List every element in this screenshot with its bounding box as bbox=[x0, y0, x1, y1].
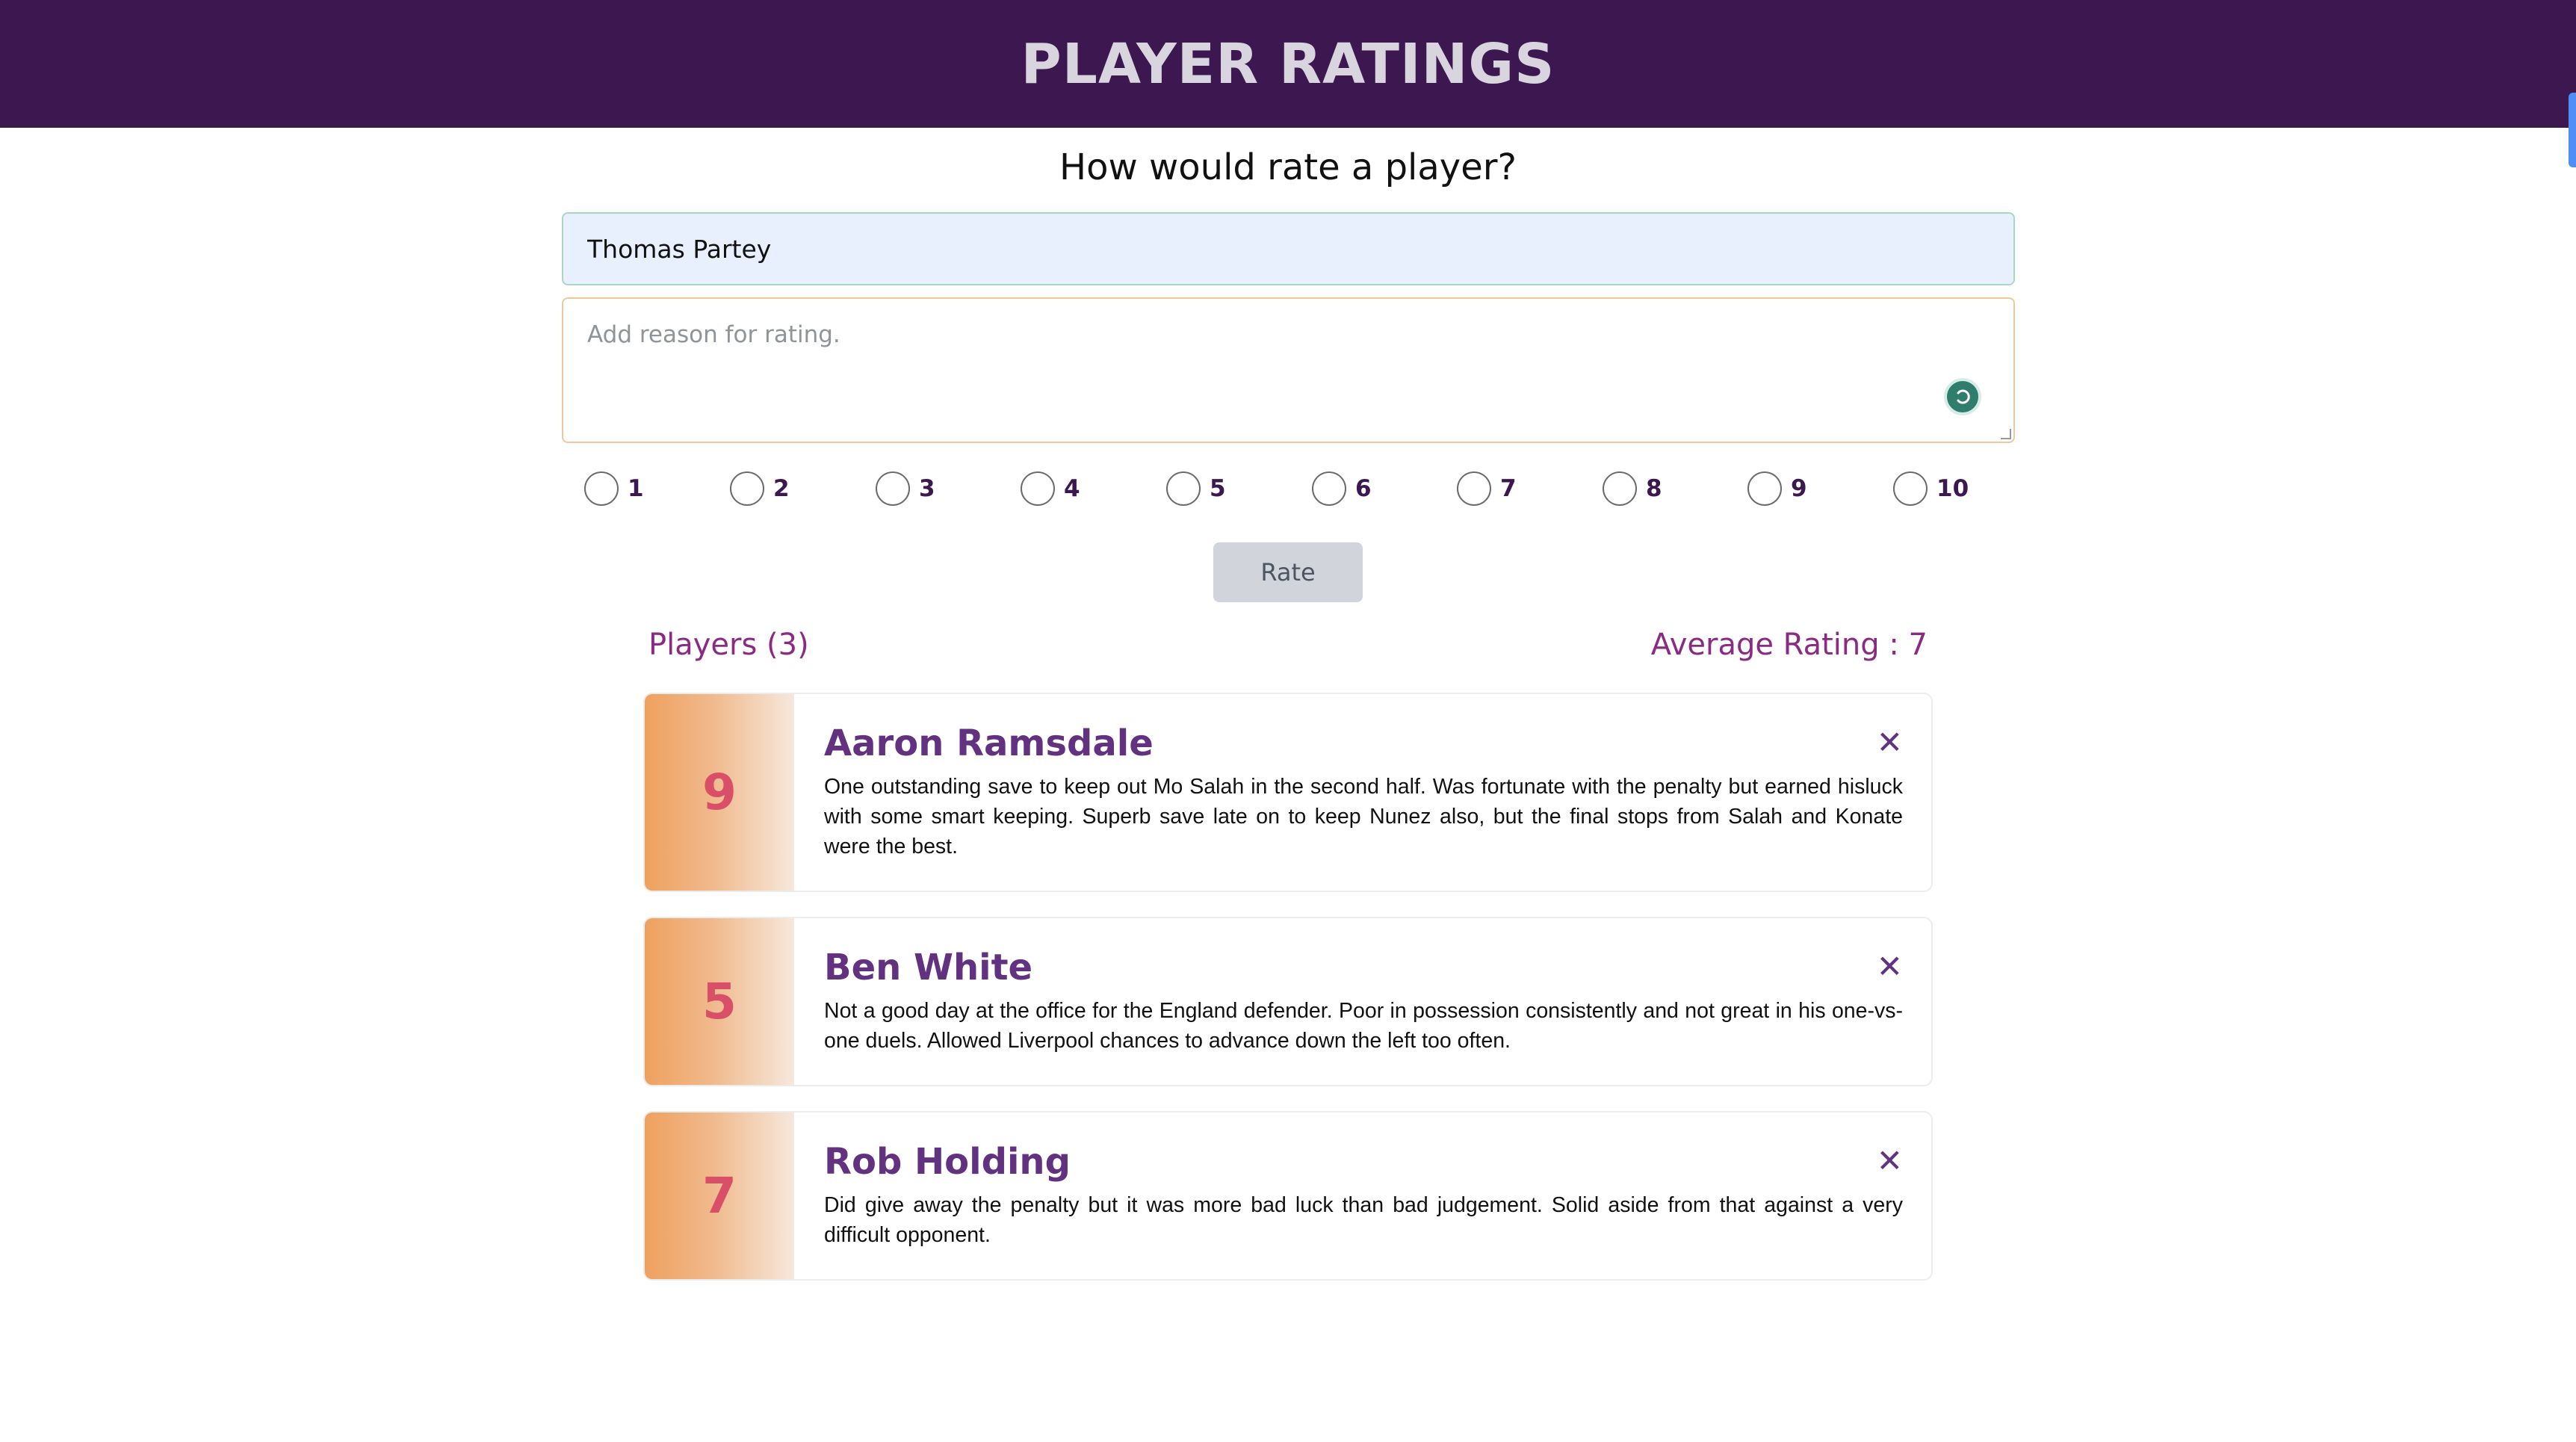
rating-option-7[interactable]: 7 bbox=[1457, 471, 1517, 507]
player-reason: One outstanding save to keep out Mo Sala… bbox=[824, 775, 1903, 858]
app-header: PLAYER RATINGS bbox=[0, 0, 2576, 128]
radio-button[interactable] bbox=[1166, 471, 1201, 506]
radio-button[interactable] bbox=[1021, 471, 1055, 506]
rating-question: How would rate a player? bbox=[1059, 146, 1517, 188]
radio-button[interactable] bbox=[1603, 471, 1637, 506]
radio-button[interactable] bbox=[876, 471, 910, 506]
resize-grip-icon[interactable] bbox=[2001, 429, 2011, 439]
rating-option-10[interactable]: 10 bbox=[1893, 471, 1969, 507]
player-reason: Not a good day at the office for the Eng… bbox=[824, 999, 1903, 1053]
rating-option-2[interactable]: 2 bbox=[730, 471, 790, 507]
reason-textarea[interactable] bbox=[562, 297, 2015, 443]
radio-button[interactable] bbox=[730, 471, 764, 506]
player-card: 7 Rob Holding ✕ Did give away the penalt… bbox=[643, 1111, 1933, 1281]
rating-option-4[interactable]: 4 bbox=[1021, 471, 1080, 507]
delete-player-icon[interactable]: ✕ bbox=[1877, 727, 1903, 758]
radio-button[interactable] bbox=[1747, 471, 1782, 506]
rating-option-9[interactable]: 9 bbox=[1747, 471, 1807, 507]
radio-button[interactable] bbox=[1312, 471, 1346, 506]
rating-option-3[interactable]: 3 bbox=[876, 471, 935, 507]
rating-option-6[interactable]: 6 bbox=[1312, 471, 1372, 507]
player-name: Rob Holding bbox=[824, 1141, 1071, 1183]
page-title: PLAYER RATINGS bbox=[1021, 31, 1555, 96]
rating-option-8[interactable]: 8 bbox=[1603, 471, 1662, 507]
player-card: 9 Aaron Ramsdale ✕ One outstanding save … bbox=[643, 693, 1933, 892]
rating-options: 1 2 3 4 5 6 7 8 9 10 bbox=[584, 471, 2004, 507]
player-name-input[interactable] bbox=[562, 212, 2015, 285]
radio-button[interactable] bbox=[1457, 471, 1491, 506]
player-name: Ben White bbox=[824, 947, 1033, 988]
rating-option-5[interactable]: 5 bbox=[1166, 471, 1226, 507]
radio-button[interactable] bbox=[584, 471, 619, 506]
average-rating: Average Rating : 7 bbox=[1650, 628, 1928, 662]
grammar-assistant-icon[interactable] bbox=[1944, 378, 1981, 415]
player-card: 5 Ben White ✕ Not a good day at the offi… bbox=[643, 917, 1933, 1086]
player-rating-score: 7 bbox=[645, 1113, 794, 1279]
player-name: Aaron Ramsdale bbox=[824, 722, 1154, 764]
player-reason: Did give away the penalty but it was mor… bbox=[824, 1193, 1903, 1247]
delete-player-icon[interactable]: ✕ bbox=[1877, 1145, 1903, 1177]
player-rating-score: 9 bbox=[645, 694, 794, 891]
rating-option-1[interactable]: 1 bbox=[584, 471, 644, 507]
radio-button[interactable] bbox=[1893, 471, 1928, 506]
rate-button[interactable]: Rate bbox=[1213, 542, 1363, 602]
player-rating-score: 5 bbox=[645, 918, 794, 1085]
delete-player-icon[interactable]: ✕ bbox=[1877, 951, 1903, 983]
players-count: Players (3) bbox=[648, 628, 809, 662]
